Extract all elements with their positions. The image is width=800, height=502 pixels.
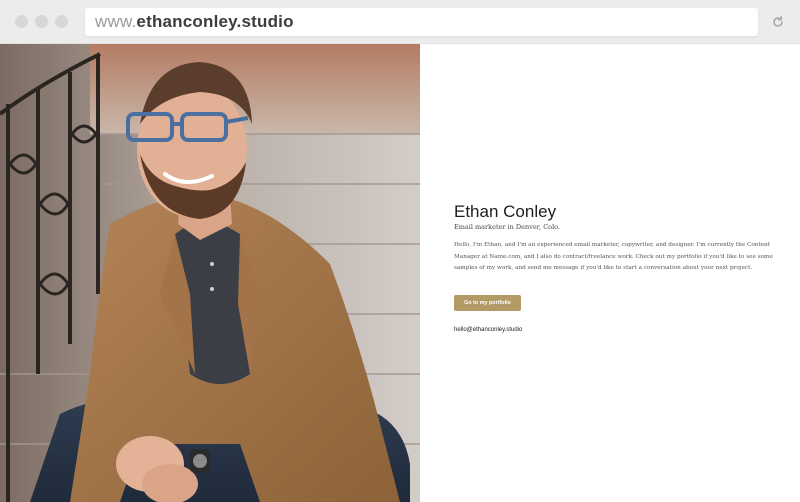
window-close-dot[interactable] xyxy=(15,15,28,28)
reload-icon[interactable] xyxy=(771,15,785,29)
window-minimize-dot[interactable] xyxy=(35,15,48,28)
tagline: Email marketer in Denver, Colo. xyxy=(454,223,561,231)
profile-photo xyxy=(0,44,420,502)
url-prefix: www. xyxy=(95,12,137,31)
window-maximize-dot[interactable] xyxy=(55,15,68,28)
portfolio-button[interactable]: Go to my portfolio xyxy=(454,295,521,311)
page-title: Ethan Conley xyxy=(454,202,557,221)
address-bar[interactable]: www. ethanconley.studio xyxy=(85,8,758,36)
profile-photo-illustration xyxy=(0,44,420,502)
intro-panel: Ethan Conley Email marketer in Denver, C… xyxy=(420,44,800,502)
email-link[interactable]: hello@ethanconley.studio xyxy=(454,327,522,333)
browser-toolbar: www. ethanconley.studio xyxy=(0,0,800,44)
url-domain: ethanconley.studio xyxy=(136,12,294,31)
bio-paragraph: Hello, I'm Ethan, and I'm an experienced… xyxy=(454,242,773,272)
